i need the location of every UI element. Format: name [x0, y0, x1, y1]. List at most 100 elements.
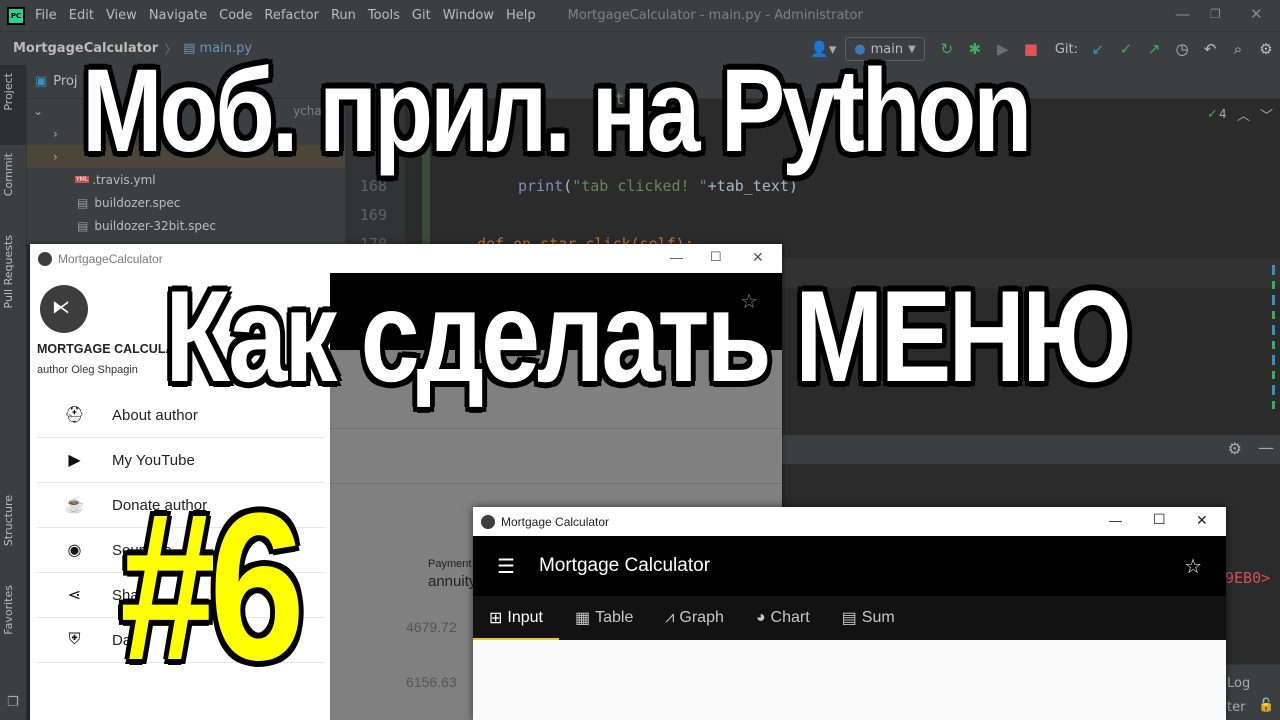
gear-icon[interactable]: ⚙ — [1252, 40, 1280, 58]
table-cell: 4679.72 — [406, 619, 457, 635]
ide-window-title: MortgageCalculator - main.py - Administr… — [567, 8, 863, 23]
tab-label: Table — [595, 609, 634, 626]
tool-tab-favorites[interactable]: Favorites — [2, 585, 15, 635]
close-icon[interactable]: ✕ — [1196, 512, 1208, 529]
coffee-icon: ☕ — [64, 497, 85, 514]
main-window-titlebar: Mortgage Calculator — ☐ ✕ — [473, 507, 1226, 536]
minimize-icon[interactable]: — — [1109, 513, 1122, 528]
tab-table[interactable]: ▦ Table — [559, 596, 649, 640]
history-icon[interactable]: ◷ — [1168, 40, 1196, 58]
cowboy-icon: ⛑ — [64, 407, 85, 424]
code-line: print("tab clicked! "+tab_text) — [518, 177, 798, 195]
menu-code[interactable]: Code — [219, 8, 252, 23]
drawer-item-label: My YouTube — [112, 451, 195, 469]
kivy-logo-icon — [38, 251, 52, 266]
calculator-icon: ⊞ — [489, 610, 503, 627]
maximize-icon[interactable]: ☐ — [1153, 511, 1166, 528]
chevron-down-icon[interactable]: ﹀ — [1260, 105, 1273, 124]
tab-input[interactable]: ⊞ Input — [473, 596, 559, 640]
tool-tab-commit[interactable]: Commit — [2, 153, 15, 196]
hamburger-menu-icon[interactable]: ☰ — [497, 554, 515, 579]
search-icon[interactable]: ⌕ — [1224, 40, 1252, 58]
menu-run[interactable]: Run — [331, 8, 356, 23]
app-toolbar: ☰ Mortgage Calculator ☆ — [473, 536, 1226, 596]
tool-tab-project[interactable]: Project — [2, 73, 15, 111]
chevron-right-icon: › — [53, 126, 58, 141]
tool-window-stripe: Project Commit Pull Requests Structure F… — [0, 65, 27, 720]
line-number: 168 — [359, 177, 387, 195]
pie-chart-icon: ◕ — [755, 609, 766, 626]
menu-edit[interactable]: Edit — [69, 8, 94, 23]
git-update-icon[interactable]: ↙ — [1084, 40, 1112, 58]
overlay-title-line1: Моб. прил. на Python — [82, 45, 1032, 177]
rollback-icon[interactable]: ↶ — [1196, 40, 1224, 58]
gear-icon[interactable]: ⚙ — [1228, 439, 1242, 458]
overlay-title-line2: Как сделать МЕНЮ — [165, 263, 1132, 409]
error-stripe — [1272, 265, 1275, 415]
github-icon: ◉ — [67, 542, 82, 559]
unlock-icon[interactable]: 🔓 — [1258, 698, 1274, 713]
tab-bar: ⊞ Input ▦ Table ⩘ Graph ◕ Chart ▤ Sum — [473, 596, 1226, 640]
terminal-window-icon[interactable]: ❐ — [7, 695, 19, 710]
overlay-episode-number: #6 — [120, 469, 305, 704]
yaml-file-icon: YML — [75, 176, 90, 183]
git-push-icon[interactable]: ↗ — [1140, 40, 1168, 58]
git-label: Git: — [1054, 41, 1078, 57]
tree-row-file[interactable]: ▤ buildozer.spec — [27, 191, 345, 214]
kivy-logo-icon: ⧔ — [52, 297, 70, 317]
drawer-author: author Oleg Shpagin — [37, 364, 138, 376]
inspection-count: 4 — [1219, 107, 1227, 121]
table-cell: 6156.63 — [406, 674, 457, 690]
main-window-title: Mortgage Calculator — [501, 514, 610, 529]
drawer-item-label: About author — [112, 406, 198, 424]
status-label: ter — [1227, 700, 1246, 715]
youtube-icon: ▶ — [68, 452, 81, 469]
table-header-annuity: annuity — [428, 573, 477, 590]
event-log-label[interactable]: Log — [1227, 676, 1250, 691]
chevron-up-icon[interactable]: ︿ — [1237, 105, 1250, 124]
project-panel-title[interactable]: Proj — [53, 74, 77, 89]
minimize-panel-icon[interactable]: — — [1258, 438, 1274, 457]
tab-label: Sum — [861, 609, 895, 626]
menu-view[interactable]: View — [106, 8, 137, 23]
tab-label: Graph — [679, 609, 724, 626]
menu-help[interactable]: Help — [506, 8, 536, 23]
console-output: 9EB0> — [1225, 569, 1271, 587]
menu-file[interactable]: File — [35, 8, 57, 23]
table-header-payment: Payment — [428, 558, 472, 570]
tab-label: Input — [507, 609, 543, 626]
tool-tab-pull-requests[interactable]: Pull Requests — [2, 235, 15, 308]
minimize-icon[interactable]: — — [1175, 5, 1190, 23]
file-name: buildozer-32bit.spec — [94, 218, 216, 233]
main-app-window: Mortgage Calculator — ☐ ✕ ☰ Mortgage Cal… — [473, 507, 1226, 720]
file-name: buildozer.spec — [94, 195, 181, 210]
chevron-down-icon: ⌄ — [33, 103, 44, 118]
tool-tab-structure[interactable]: Structure — [2, 495, 15, 546]
graph-icon: ⩘ — [665, 609, 675, 626]
inspection-ok-icon[interactable]: ✓ — [1207, 107, 1218, 122]
menu-window[interactable]: Window — [443, 8, 494, 23]
text-file-icon: ▤ — [77, 195, 89, 210]
git-commit-icon[interactable]: ✓ — [1112, 40, 1140, 58]
book-icon: ▤ — [841, 610, 857, 627]
close-icon[interactable]: ✕ — [1250, 5, 1263, 23]
appbar-title: Mortgage Calculator — [538, 555, 711, 576]
kivy-logo-icon — [481, 514, 495, 529]
tab-sum[interactable]: ▤ Sum — [826, 596, 911, 640]
tab-graph[interactable]: ⩘ Graph — [649, 596, 740, 640]
pycharm-logo-icon: PC — [7, 6, 25, 25]
menu-refactor[interactable]: Refactor — [264, 8, 319, 23]
tab-chart[interactable]: ◕ Chart — [740, 596, 826, 640]
menu-tools[interactable]: Tools — [368, 8, 400, 23]
restore-icon[interactable]: ❐ — [1210, 7, 1221, 21]
ide-titlebar: PC File Edit View Navigate Code Refactor… — [0, 0, 1280, 31]
app-logo-avatar: ⧔ — [40, 285, 88, 333]
menu-git[interactable]: Git — [412, 8, 431, 23]
line-number: 169 — [359, 206, 387, 224]
star-icon[interactable]: ☆ — [1184, 554, 1202, 579]
tree-row-file[interactable]: ▤ buildozer-32bit.spec — [27, 214, 345, 237]
project-view-icon: ▣ — [35, 74, 48, 89]
drawer-window-title: MortgageCalculator — [58, 251, 163, 266]
menu-navigate[interactable]: Navigate — [149, 8, 207, 23]
shield-icon: ⛨ — [68, 631, 81, 648]
